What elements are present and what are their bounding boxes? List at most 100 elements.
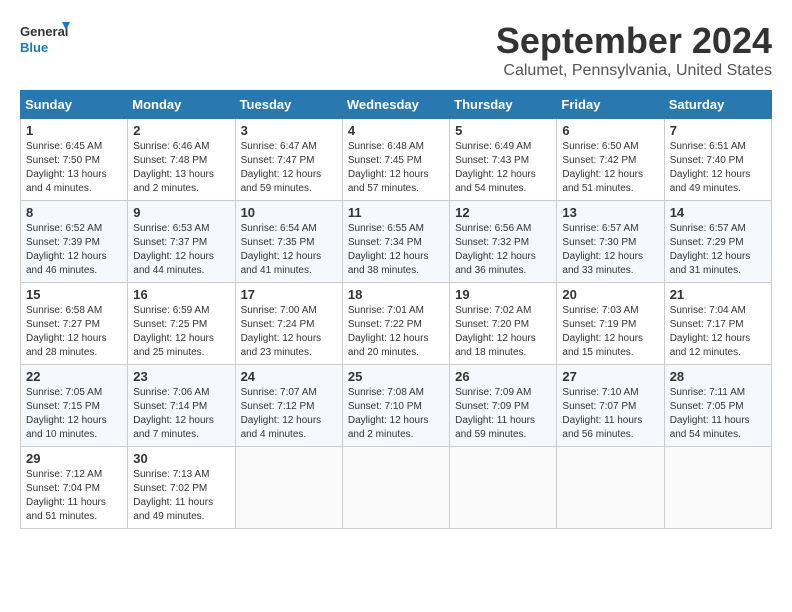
day-number: 4 <box>348 123 444 138</box>
calendar-cell: 18 Sunrise: 7:01 AM Sunset: 7:22 PM Dayl… <box>342 283 449 365</box>
cell-info: Sunrise: 7:05 AM Sunset: 7:15 PM Dayligh… <box>26 386 122 442</box>
calendar-cell: 5 Sunrise: 6:49 AM Sunset: 7:43 PM Dayli… <box>450 119 557 201</box>
calendar-cell: 21 Sunrise: 7:04 AM Sunset: 7:17 PM Dayl… <box>664 283 771 365</box>
cell-info: Sunrise: 6:49 AM Sunset: 7:43 PM Dayligh… <box>455 140 551 196</box>
cell-info: Sunrise: 7:13 AM Sunset: 7:02 PM Dayligh… <box>133 468 229 524</box>
svg-text:General: General <box>20 24 68 39</box>
col-header-monday: Monday <box>128 91 235 119</box>
day-number: 13 <box>562 205 658 220</box>
day-number: 25 <box>348 369 444 384</box>
calendar-cell: 16 Sunrise: 6:59 AM Sunset: 7:25 PM Dayl… <box>128 283 235 365</box>
cell-info: Sunrise: 7:03 AM Sunset: 7:19 PM Dayligh… <box>562 304 658 360</box>
cell-info: Sunrise: 6:57 AM Sunset: 7:30 PM Dayligh… <box>562 222 658 278</box>
day-number: 16 <box>133 287 229 302</box>
calendar-cell: 17 Sunrise: 7:00 AM Sunset: 7:24 PM Dayl… <box>235 283 342 365</box>
col-header-friday: Friday <box>557 91 664 119</box>
cell-info: Sunrise: 6:58 AM Sunset: 7:27 PM Dayligh… <box>26 304 122 360</box>
cell-info: Sunrise: 7:01 AM Sunset: 7:22 PM Dayligh… <box>348 304 444 360</box>
col-header-wednesday: Wednesday <box>342 91 449 119</box>
col-header-tuesday: Tuesday <box>235 91 342 119</box>
calendar-cell: 20 Sunrise: 7:03 AM Sunset: 7:19 PM Dayl… <box>557 283 664 365</box>
calendar-table: SundayMondayTuesdayWednesdayThursdayFrid… <box>20 90 772 529</box>
calendar-cell: 1 Sunrise: 6:45 AM Sunset: 7:50 PM Dayli… <box>21 119 128 201</box>
location-title: Calumet, Pennsylvania, United States <box>496 62 772 80</box>
calendar-cell: 6 Sunrise: 6:50 AM Sunset: 7:42 PM Dayli… <box>557 119 664 201</box>
cell-info: Sunrise: 6:59 AM Sunset: 7:25 PM Dayligh… <box>133 304 229 360</box>
day-number: 29 <box>26 451 122 466</box>
col-header-saturday: Saturday <box>664 91 771 119</box>
day-number: 30 <box>133 451 229 466</box>
calendar-cell <box>342 447 449 529</box>
cell-info: Sunrise: 7:06 AM Sunset: 7:14 PM Dayligh… <box>133 386 229 442</box>
cell-info: Sunrise: 7:12 AM Sunset: 7:04 PM Dayligh… <box>26 468 122 524</box>
cell-info: Sunrise: 7:10 AM Sunset: 7:07 PM Dayligh… <box>562 386 658 442</box>
cell-info: Sunrise: 6:51 AM Sunset: 7:40 PM Dayligh… <box>670 140 766 196</box>
calendar-cell: 26 Sunrise: 7:09 AM Sunset: 7:09 PM Dayl… <box>450 365 557 447</box>
calendar-cell: 23 Sunrise: 7:06 AM Sunset: 7:14 PM Dayl… <box>128 365 235 447</box>
cell-info: Sunrise: 6:47 AM Sunset: 7:47 PM Dayligh… <box>241 140 337 196</box>
cell-info: Sunrise: 6:45 AM Sunset: 7:50 PM Dayligh… <box>26 140 122 196</box>
cell-info: Sunrise: 7:04 AM Sunset: 7:17 PM Dayligh… <box>670 304 766 360</box>
calendar-cell: 2 Sunrise: 6:46 AM Sunset: 7:48 PM Dayli… <box>128 119 235 201</box>
logo-svg: General Blue <box>20 20 70 60</box>
title-block: September 2024 Calumet, Pennsylvania, Un… <box>496 20 772 80</box>
day-number: 24 <box>241 369 337 384</box>
calendar-cell: 25 Sunrise: 7:08 AM Sunset: 7:10 PM Dayl… <box>342 365 449 447</box>
day-number: 15 <box>26 287 122 302</box>
day-number: 18 <box>348 287 444 302</box>
cell-info: Sunrise: 6:46 AM Sunset: 7:48 PM Dayligh… <box>133 140 229 196</box>
cell-info: Sunrise: 7:07 AM Sunset: 7:12 PM Dayligh… <box>241 386 337 442</box>
col-header-thursday: Thursday <box>450 91 557 119</box>
day-number: 23 <box>133 369 229 384</box>
day-number: 20 <box>562 287 658 302</box>
day-number: 6 <box>562 123 658 138</box>
calendar-cell <box>450 447 557 529</box>
calendar-cell <box>557 447 664 529</box>
day-number: 11 <box>348 205 444 220</box>
day-number: 10 <box>241 205 337 220</box>
day-number: 14 <box>670 205 766 220</box>
month-title: September 2024 <box>496 20 772 62</box>
calendar-cell: 9 Sunrise: 6:53 AM Sunset: 7:37 PM Dayli… <box>128 201 235 283</box>
calendar-cell: 7 Sunrise: 6:51 AM Sunset: 7:40 PM Dayli… <box>664 119 771 201</box>
day-number: 21 <box>670 287 766 302</box>
calendar-cell: 8 Sunrise: 6:52 AM Sunset: 7:39 PM Dayli… <box>21 201 128 283</box>
day-number: 12 <box>455 205 551 220</box>
cell-info: Sunrise: 6:48 AM Sunset: 7:45 PM Dayligh… <box>348 140 444 196</box>
svg-text:Blue: Blue <box>20 40 48 55</box>
calendar-cell: 14 Sunrise: 6:57 AM Sunset: 7:29 PM Dayl… <box>664 201 771 283</box>
calendar-cell <box>664 447 771 529</box>
calendar-cell: 11 Sunrise: 6:55 AM Sunset: 7:34 PM Dayl… <box>342 201 449 283</box>
cell-info: Sunrise: 6:53 AM Sunset: 7:37 PM Dayligh… <box>133 222 229 278</box>
cell-info: Sunrise: 7:11 AM Sunset: 7:05 PM Dayligh… <box>670 386 766 442</box>
cell-info: Sunrise: 6:57 AM Sunset: 7:29 PM Dayligh… <box>670 222 766 278</box>
day-number: 28 <box>670 369 766 384</box>
calendar-cell: 13 Sunrise: 6:57 AM Sunset: 7:30 PM Dayl… <box>557 201 664 283</box>
calendar-cell: 24 Sunrise: 7:07 AM Sunset: 7:12 PM Dayl… <box>235 365 342 447</box>
logo: General Blue <box>20 20 70 60</box>
day-number: 26 <box>455 369 551 384</box>
cell-info: Sunrise: 6:55 AM Sunset: 7:34 PM Dayligh… <box>348 222 444 278</box>
calendar-cell: 22 Sunrise: 7:05 AM Sunset: 7:15 PM Dayl… <box>21 365 128 447</box>
cell-info: Sunrise: 6:54 AM Sunset: 7:35 PM Dayligh… <box>241 222 337 278</box>
day-number: 19 <box>455 287 551 302</box>
cell-info: Sunrise: 6:56 AM Sunset: 7:32 PM Dayligh… <box>455 222 551 278</box>
cell-info: Sunrise: 6:50 AM Sunset: 7:42 PM Dayligh… <box>562 140 658 196</box>
calendar-cell: 12 Sunrise: 6:56 AM Sunset: 7:32 PM Dayl… <box>450 201 557 283</box>
day-number: 22 <box>26 369 122 384</box>
day-number: 17 <box>241 287 337 302</box>
cell-info: Sunrise: 7:00 AM Sunset: 7:24 PM Dayligh… <box>241 304 337 360</box>
col-header-sunday: Sunday <box>21 91 128 119</box>
day-number: 2 <box>133 123 229 138</box>
calendar-cell: 30 Sunrise: 7:13 AM Sunset: 7:02 PM Dayl… <box>128 447 235 529</box>
calendar-cell: 19 Sunrise: 7:02 AM Sunset: 7:20 PM Dayl… <box>450 283 557 365</box>
cell-info: Sunrise: 6:52 AM Sunset: 7:39 PM Dayligh… <box>26 222 122 278</box>
calendar-cell: 15 Sunrise: 6:58 AM Sunset: 7:27 PM Dayl… <box>21 283 128 365</box>
cell-info: Sunrise: 7:09 AM Sunset: 7:09 PM Dayligh… <box>455 386 551 442</box>
calendar-cell: 4 Sunrise: 6:48 AM Sunset: 7:45 PM Dayli… <box>342 119 449 201</box>
day-number: 27 <box>562 369 658 384</box>
day-number: 9 <box>133 205 229 220</box>
day-number: 3 <box>241 123 337 138</box>
day-number: 1 <box>26 123 122 138</box>
calendar-cell: 29 Sunrise: 7:12 AM Sunset: 7:04 PM Dayl… <box>21 447 128 529</box>
